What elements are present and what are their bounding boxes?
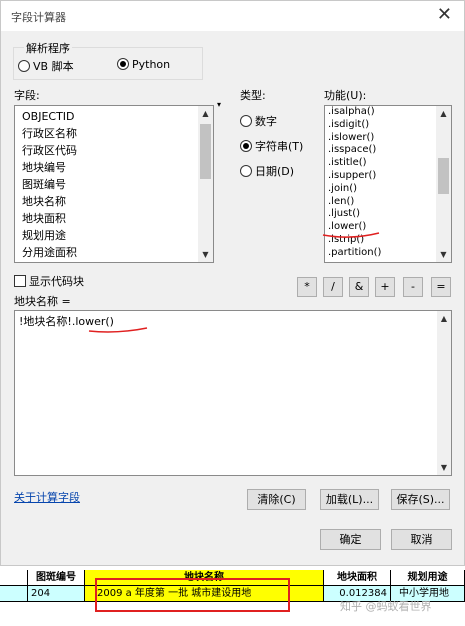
type-option-date[interactable]: 日期(D) [240, 163, 294, 179]
highlight-box [95, 578, 290, 612]
cancel-button[interactable]: 取消 [391, 529, 452, 550]
field-list-item[interactable]: OBJECTID [22, 108, 195, 125]
expression-label: 地块名称 = [14, 295, 71, 308]
column-header[interactable]: 图斑编号 [28, 570, 85, 586]
function-list-item[interactable]: .islower() [328, 132, 435, 145]
parser-group: 解析程序 VB 脚本 Python [13, 40, 203, 80]
operator-concat-button[interactable]: & [349, 277, 369, 297]
parser-legend: 解析程序 [24, 40, 72, 56]
scroll-down-icon[interactable]: ▼ [437, 460, 451, 475]
scroll-down-icon[interactable]: ▼ [436, 247, 451, 262]
scroll-thumb[interactable] [438, 158, 449, 194]
functions-list[interactable]: .isalpha() .isdigit() .islower() .isspace()… [324, 105, 452, 263]
function-list-item[interactable]: .ljust() [328, 208, 435, 221]
radio-icon [240, 165, 252, 177]
function-list-item[interactable]: .partition() [328, 247, 435, 260]
scroll-up-icon[interactable]: ▲ [198, 106, 213, 121]
column-header[interactable]: 规划用途 [391, 570, 465, 586]
window-title: 字段计算器 [11, 11, 66, 24]
functions-scrollbar[interactable]: ▲ ▼ [436, 106, 451, 262]
table-cell[interactable]: 204 [28, 586, 85, 602]
radio-icon [240, 115, 252, 127]
about-calculate-field-link[interactable]: 关于计算字段 [14, 489, 80, 505]
row-header-cell [0, 570, 28, 586]
attribute-table: 图斑编号 地块名称 地块面积 规划用途 204 2009 a 年度第 一批 城市… [0, 566, 465, 626]
function-list-item[interactable]: .len() [328, 196, 435, 209]
scroll-up-icon[interactable]: ▲ [436, 106, 451, 121]
scroll-thumb[interactable] [200, 124, 211, 179]
field-list-item[interactable]: 规划用途 [22, 227, 195, 244]
ok-button[interactable]: 确定 [320, 529, 381, 550]
checkbox-icon [14, 275, 26, 287]
functions-label: 功能(U): [324, 89, 367, 102]
field-list-item[interactable]: 地块名称 [22, 193, 195, 210]
operator-equals-button[interactable]: = [431, 277, 451, 297]
parser-option-vb[interactable]: VB 脚本 [18, 58, 74, 74]
field-list-item[interactable]: 地块面积 [22, 210, 195, 227]
operator-minus-button[interactable]: - [403, 277, 423, 297]
title-bar: 字段计算器 ✕ [1, 1, 464, 31]
row-header-cell [0, 586, 28, 602]
type-option-number[interactable]: 数字 [240, 113, 277, 129]
lower-annotation-underline [322, 232, 380, 238]
fields-items: OBJECTID 行政区名称 行政区代码 地块编号 图斑编号 地块名称 地块面积 规划用途 分用… [22, 108, 195, 261]
function-list-item[interactable]: .isspace() [328, 144, 435, 157]
expression-scrollbar[interactable]: ▲ ▼ [437, 311, 451, 475]
clear-button[interactable]: 清除(C) [247, 489, 306, 510]
close-icon[interactable]: ✕ [437, 4, 452, 25]
fields-list[interactable]: OBJECTID 行政区名称 行政区代码 地块编号 图斑编号 地块名称 地块面积 规划用途 分用… [14, 105, 214, 263]
field-list-item[interactable]: 分用途面积 [22, 244, 195, 261]
watermark: 知乎 @蚂蚁看世界 [340, 600, 432, 613]
field-list-item[interactable]: 行政区代码 [22, 142, 195, 159]
function-list-item[interactable]: .isdigit() [328, 119, 435, 132]
operator-divide-button[interactable]: / [323, 277, 343, 297]
field-list-item[interactable]: 地块编号 [22, 159, 195, 176]
scroll-down-icon[interactable]: ▼ [198, 247, 213, 262]
save-button[interactable]: 保存(S)... [391, 489, 450, 510]
function-list-item[interactable]: .join() [328, 183, 435, 196]
function-list-item[interactable]: .istitle() [328, 157, 435, 170]
function-list-item[interactable]: .isalpha() [328, 106, 435, 119]
show-codeblock-checkbox[interactable]: 显示代码块 [14, 273, 84, 289]
expression-annotation-underline [88, 327, 148, 333]
scroll-up-icon[interactable]: ▲ [437, 311, 451, 326]
operator-plus-button[interactable]: + [375, 277, 395, 297]
fields-sort-icon[interactable]: ▾ [217, 100, 221, 109]
type-option-string[interactable]: 字符串(T) [240, 138, 303, 154]
load-button[interactable]: 加载(L)... [320, 489, 379, 510]
field-calculator-dialog: 字段计算器 ✕ 解析程序 VB 脚本 Python 字段: ▾ OBJECTID… [0, 0, 465, 566]
operator-multiply-button[interactable]: * [297, 277, 317, 297]
field-list-item[interactable]: 图斑编号 [22, 176, 195, 193]
radio-selected-icon [117, 58, 129, 70]
types-label: 类型: [240, 89, 266, 102]
radio-selected-icon [240, 140, 252, 152]
function-list-item[interactable]: .isupper() [328, 170, 435, 183]
field-list-item[interactable]: 行政区名称 [22, 125, 195, 142]
expression-input[interactable]: !地块名称!.lower() ▲ ▼ [14, 310, 452, 476]
fields-label: 字段: [14, 89, 40, 102]
radio-icon [18, 60, 30, 72]
fields-scrollbar[interactable]: ▲ ▼ [198, 106, 213, 262]
column-header[interactable]: 地块面积 [324, 570, 391, 586]
parser-option-python[interactable]: Python [117, 58, 170, 71]
